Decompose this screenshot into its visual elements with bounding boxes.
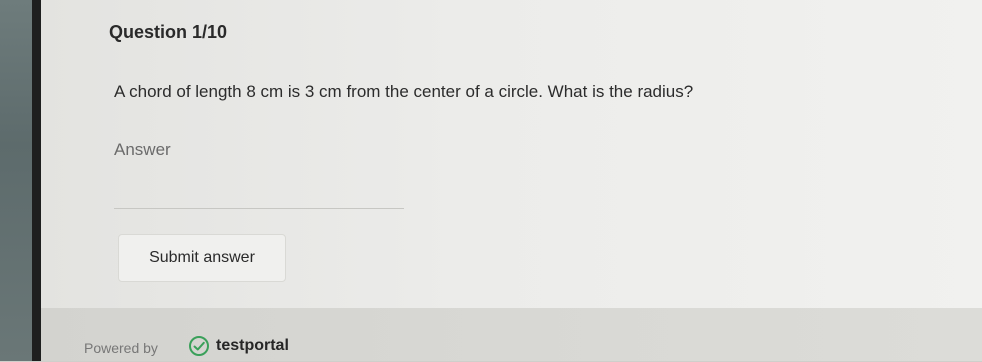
footer-bar <box>41 308 982 361</box>
submit-answer-button[interactable]: Submit answer <box>118 234 286 282</box>
brand-name: testportal <box>216 337 289 354</box>
left-background-strip <box>0 0 32 361</box>
powered-by-text: Powered by <box>84 340 158 356</box>
answer-input[interactable] <box>114 172 404 209</box>
left-dark-rail <box>32 0 41 361</box>
check-circle-icon <box>188 335 210 357</box>
answer-label: Answer <box>114 140 171 159</box>
question-title: Question 1/10 <box>109 22 228 42</box>
question-text: A chord of length 8 cm is 3 cm from the … <box>114 82 694 101</box>
testportal-logo[interactable]: testportal <box>188 335 289 357</box>
